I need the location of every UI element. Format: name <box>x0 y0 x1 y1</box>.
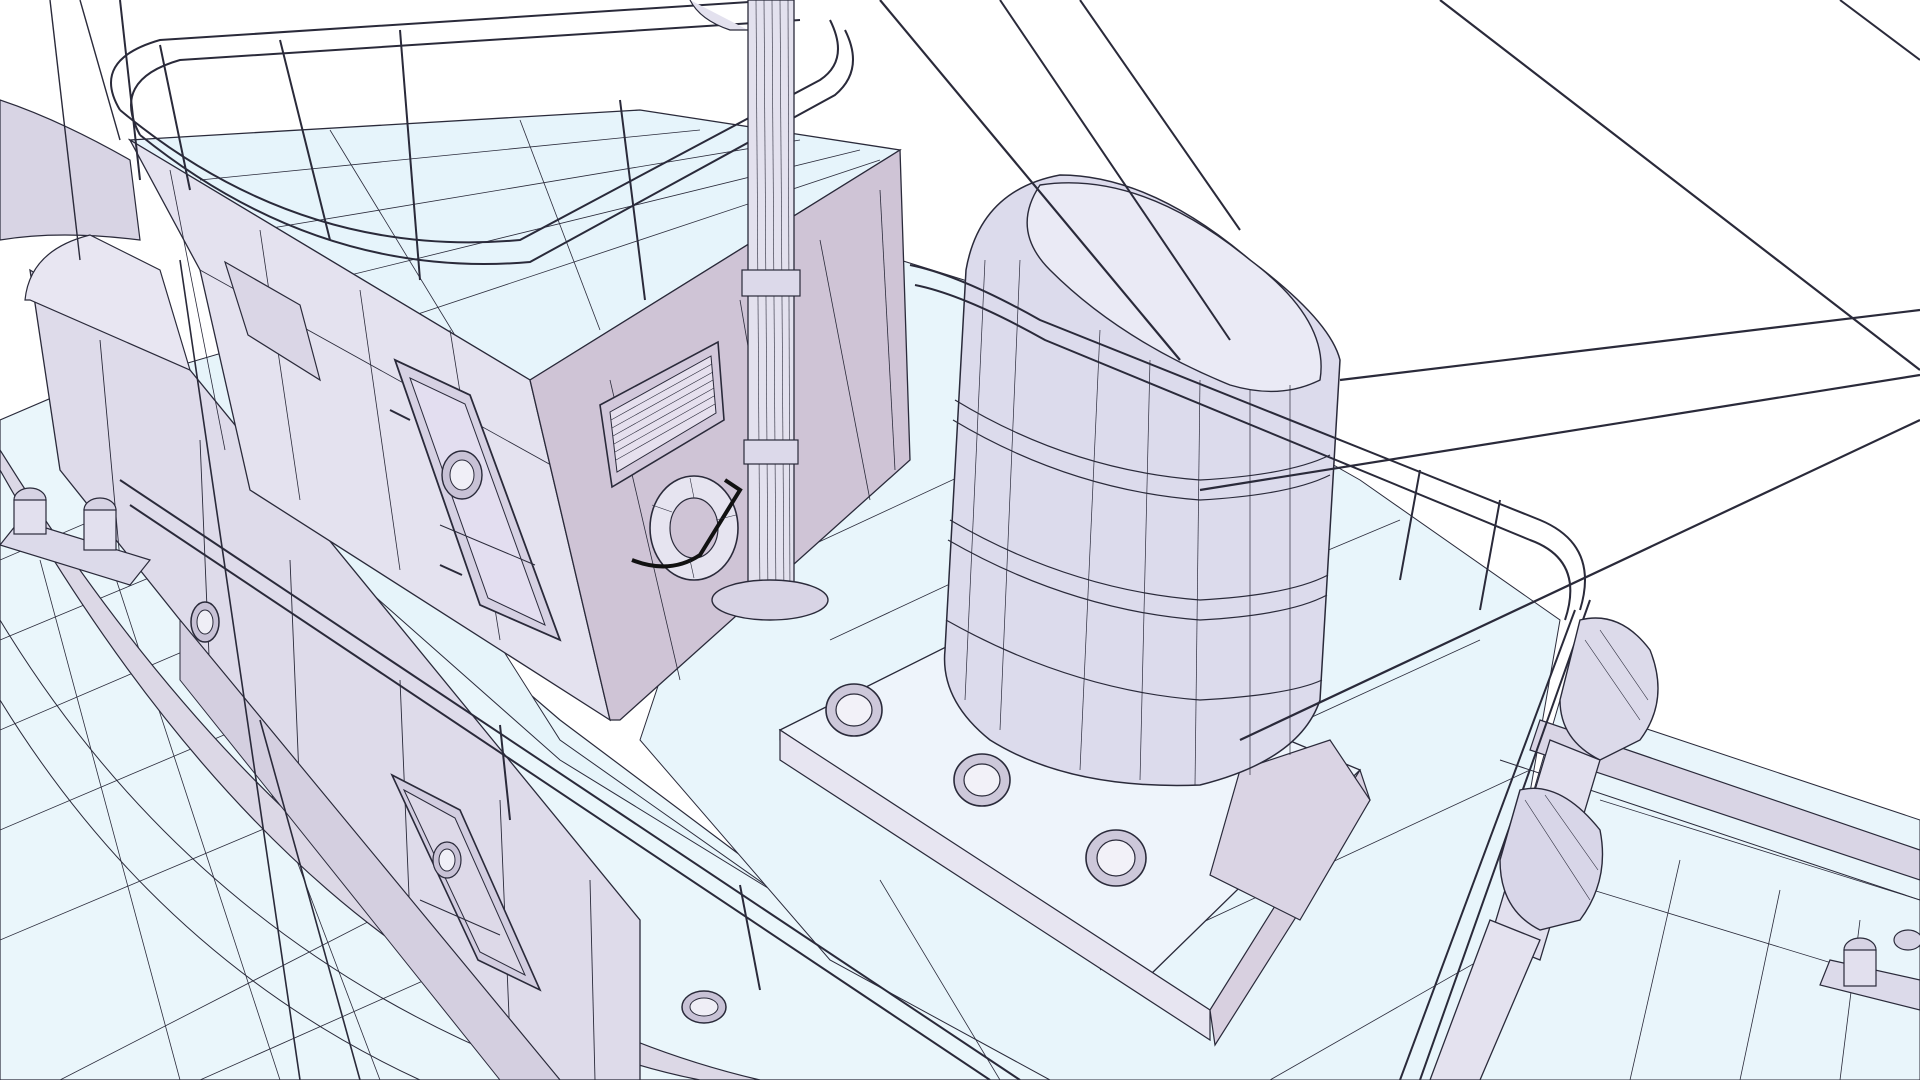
porthole-icon <box>190 601 220 643</box>
porthole-icon <box>681 990 727 1024</box>
porthole-icon <box>1085 829 1147 887</box>
render-viewport <box>0 0 1920 1080</box>
wireframe-scene <box>0 0 1920 1080</box>
porthole-icon <box>825 683 883 737</box>
porthole-icon <box>953 753 1011 807</box>
